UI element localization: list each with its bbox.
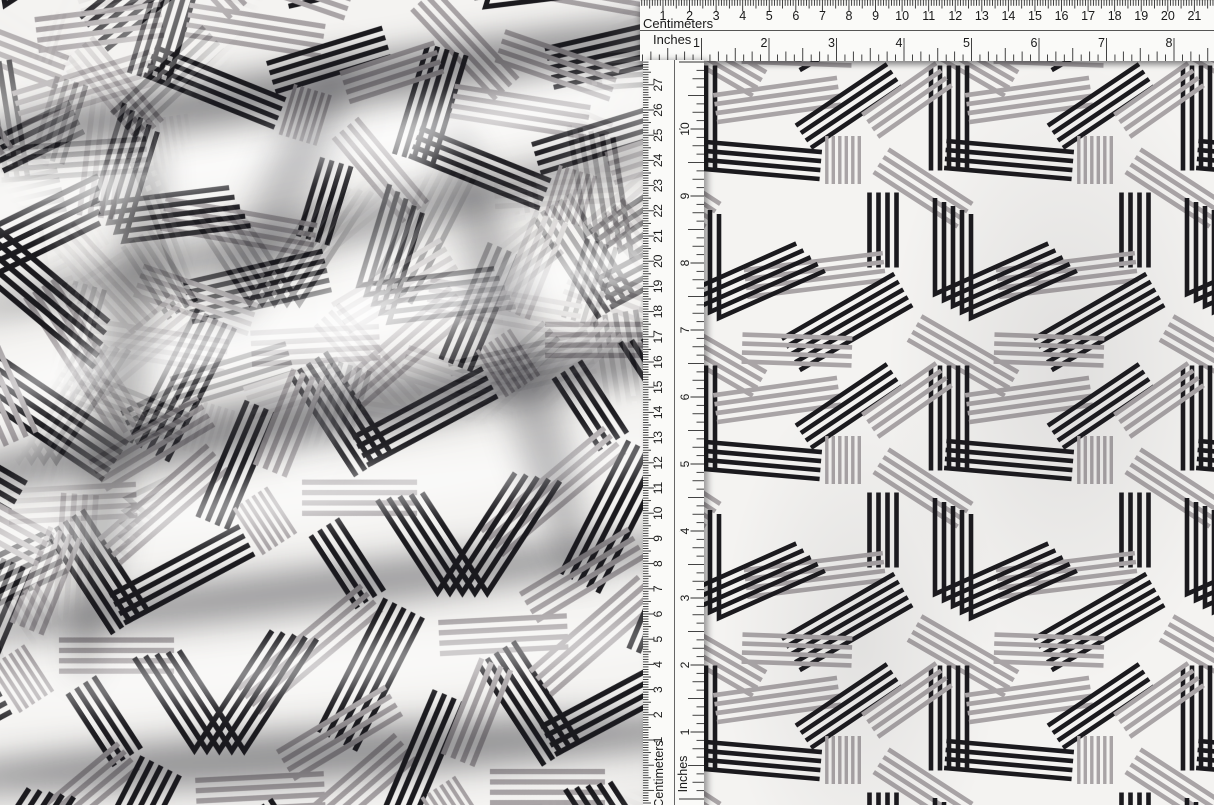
centimeters-label: Centimeters <box>643 16 714 31</box>
inch-number: 9 <box>678 192 692 199</box>
cm-number: 12 <box>948 9 962 23</box>
inches-label: Inches <box>653 32 692 47</box>
inch-number: 3 <box>678 594 692 601</box>
cm-number: 15 <box>1028 9 1042 23</box>
cm-number: 11 <box>922 9 935 23</box>
cm-number: 19 <box>651 279 665 293</box>
cm-number: 26 <box>651 103 665 117</box>
inch-number: 5 <box>678 460 692 467</box>
cm-number: 7 <box>651 585 665 592</box>
fabric-pattern-flat <box>645 60 1214 805</box>
cm-number: 17 <box>1081 9 1095 23</box>
cm-number: 25 <box>651 128 665 142</box>
flat-fabric-swatch <box>645 60 1214 805</box>
cm-number: 2 <box>651 711 665 718</box>
cm-number: 10 <box>895 9 909 23</box>
inch-number: 7 <box>678 326 692 333</box>
cm-number: 8 <box>651 560 665 567</box>
cm-number: 14 <box>1001 9 1015 23</box>
cm-number: 18 <box>1108 9 1122 23</box>
centimeters-label: Centimeters <box>652 740 666 805</box>
cm-number: 4 <box>739 9 746 23</box>
inch-number: 1 <box>678 728 692 735</box>
cm-number: 21 <box>651 229 665 243</box>
cm-number: 20 <box>1161 9 1175 23</box>
cm-number: 20 <box>651 254 665 268</box>
cm-number: 13 <box>651 431 665 445</box>
cm-number: 5 <box>651 636 665 643</box>
cm-number: 6 <box>792 9 799 23</box>
inch-number: 7 <box>1098 36 1105 50</box>
inch-number: 10 <box>678 122 692 136</box>
cm-number: 24 <box>651 153 665 167</box>
cm-number: 14 <box>651 405 665 419</box>
horizontal-ruler: 123456789101112131415161718192021Centime… <box>640 0 1214 61</box>
cm-number: 8 <box>846 9 853 23</box>
cm-number: 9 <box>651 535 665 542</box>
inch-number: 2 <box>761 36 768 50</box>
fabric-product-photo: 123456789101112131415161718192021Centime… <box>0 0 1214 805</box>
vertical-ruler: 2726252423222120191817161514131211109876… <box>643 60 704 805</box>
inch-number: 5 <box>963 36 970 50</box>
inch-number: 6 <box>678 393 692 400</box>
cm-number: 27 <box>651 78 665 92</box>
cm-number: 4 <box>651 661 665 668</box>
inch-number: 2 <box>678 661 692 668</box>
inch-number: 3 <box>828 36 835 50</box>
cm-number: 6 <box>651 610 665 617</box>
cm-number: 12 <box>651 456 665 470</box>
cm-number: 19 <box>1134 9 1148 23</box>
inches-label: Inches <box>676 756 690 793</box>
cm-number: 15 <box>651 380 665 394</box>
cm-number: 23 <box>651 179 665 193</box>
inch-number: 8 <box>1166 36 1173 50</box>
cm-number: 16 <box>651 355 665 369</box>
cm-number: 18 <box>651 305 665 319</box>
cm-number: 17 <box>651 330 665 344</box>
draped-fabric-photo <box>0 0 645 805</box>
inch-number: 1 <box>693 36 700 50</box>
inch-number: 6 <box>1031 36 1038 50</box>
fabric-pattern-layer <box>0 0 645 805</box>
cm-number: 13 <box>975 9 989 23</box>
inch-number: 8 <box>678 259 692 266</box>
cm-number: 7 <box>819 9 826 23</box>
cm-number: 3 <box>651 686 665 693</box>
cm-number: 22 <box>651 204 665 218</box>
inch-number: 4 <box>896 36 903 50</box>
cm-number: 11 <box>651 481 665 494</box>
inch-number: 4 <box>678 527 692 534</box>
cm-number: 16 <box>1055 9 1069 23</box>
cm-number: 9 <box>872 9 879 23</box>
cm-number: 3 <box>713 9 720 23</box>
cm-number: 5 <box>766 9 773 23</box>
cm-number: 10 <box>651 506 665 520</box>
cm-number: 21 <box>1187 9 1201 23</box>
